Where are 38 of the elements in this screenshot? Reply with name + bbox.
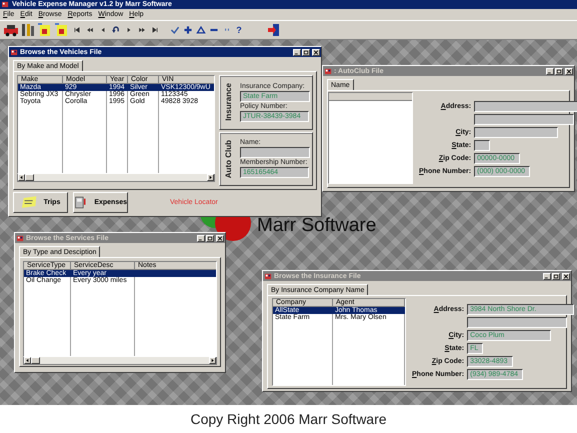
help-button[interactable]: ? (234, 25, 244, 35)
last-record-icon[interactable] (150, 25, 160, 35)
text-field[interactable] (474, 114, 574, 125)
text-field[interactable] (474, 127, 558, 138)
undo-icon[interactable] (111, 25, 121, 35)
app-icon (17, 234, 24, 242)
first-record-icon[interactable] (72, 25, 82, 35)
horizontal-scrollbar[interactable] (17, 174, 215, 182)
text-field[interactable] (467, 317, 568, 328)
text-field[interactable] (474, 101, 577, 112)
left-arrow-icon[interactable] (25, 358, 30, 363)
rewind-icon[interactable] (85, 25, 95, 35)
tools-icon[interactable] (21, 23, 35, 37)
document-icon[interactable] (38, 23, 52, 37)
app-icon (265, 272, 272, 280)
fast-forward-icon[interactable] (137, 25, 147, 35)
triangle-icon[interactable] (196, 25, 206, 35)
horizontal-scrollbar[interactable] (23, 357, 217, 365)
logo-text: Marr Software (257, 215, 376, 237)
right-arrow-icon[interactable] (208, 175, 213, 180)
text-field[interactable] (240, 147, 310, 158)
car-icon[interactable] (4, 23, 18, 37)
app-icon (2, 1, 9, 8)
left-arrow-icon[interactable] (19, 175, 24, 180)
text-field[interactable] (474, 140, 490, 151)
right-arrow-icon[interactable] (210, 358, 215, 363)
caption: Copy Right 2006 Marr Software (190, 411, 387, 427)
group-heading: Auto Club (224, 140, 234, 178)
notepad-icon[interactable] (20, 195, 39, 210)
scroll-thumb[interactable] (31, 357, 40, 364)
exit-door-icon[interactable] (267, 23, 281, 37)
app-icon (11, 48, 18, 56)
scroll-thumb[interactable] (25, 174, 34, 181)
plus-icon[interactable] (183, 25, 193, 35)
checkmark-icon[interactable] (170, 25, 180, 35)
group-heading: Insurance (224, 83, 234, 122)
app-icon (325, 68, 332, 74)
document-icon[interactable] (55, 23, 69, 37)
